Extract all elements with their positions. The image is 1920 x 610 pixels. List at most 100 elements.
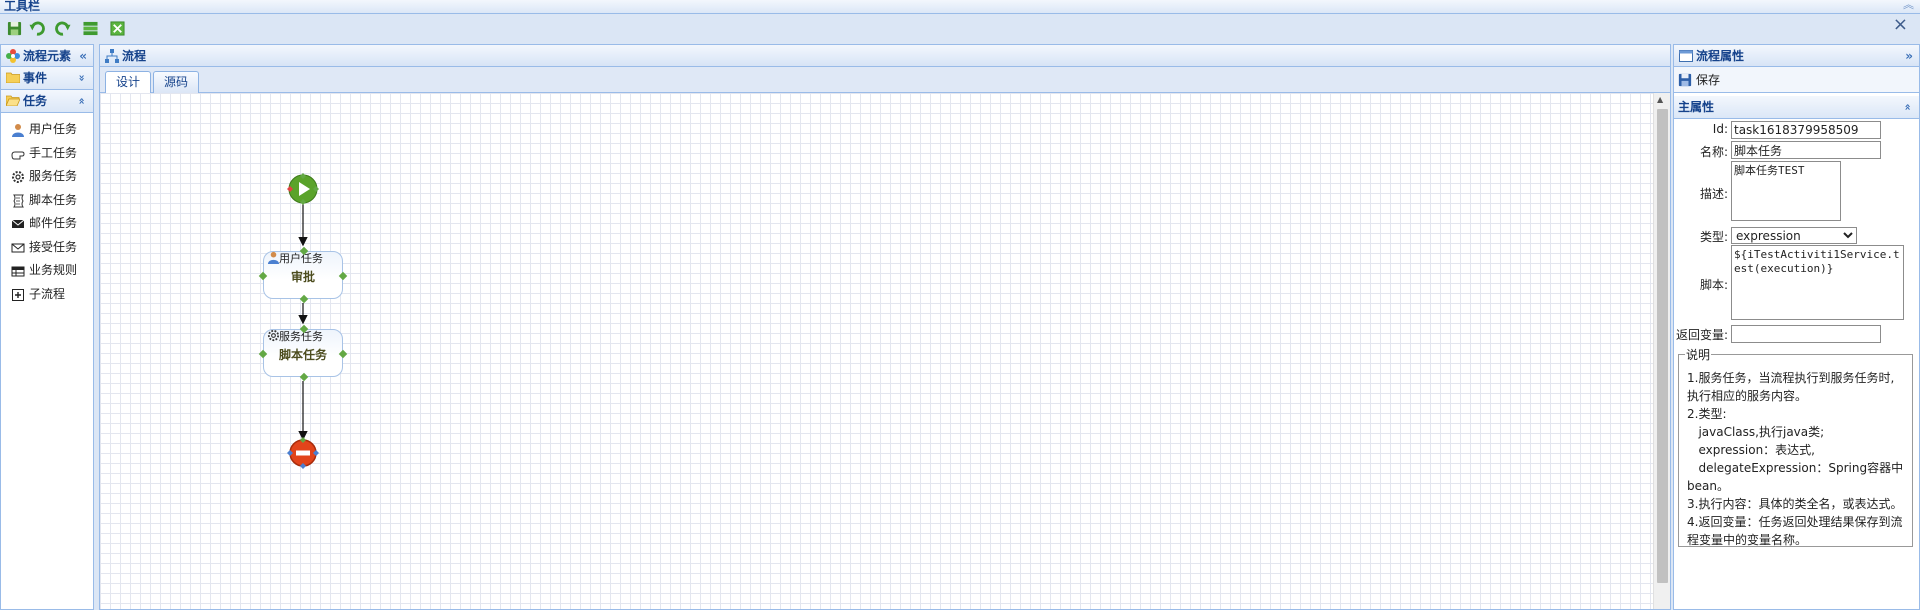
return-var-label: 返回变量:: [1675, 328, 1728, 342]
user-icon: [12, 124, 24, 137]
start-event[interactable]: [287, 173, 319, 205]
properties-panel-header: 流程属性 »: [1674, 45, 1919, 67]
canvas-vertical-scrollbar[interactable]: ▲: [1653, 93, 1670, 609]
node-script-task-name: 脚本任务: [278, 348, 327, 362]
close-box-icon: [109, 20, 125, 36]
type-select[interactable]: expression: [1731, 227, 1857, 244]
end-event[interactable]: [287, 437, 319, 469]
palette-script-task[interactable]: 脚本任务: [1, 189, 93, 213]
accordion-event[interactable]: 事件 »: [1, 67, 93, 90]
collapse-right-panel-button[interactable]: »: [1905, 45, 1913, 67]
description-field[interactable]: 脚本任务TEST: [1731, 161, 1841, 221]
properties-toolbar: 保存: [1674, 67, 1919, 93]
layers-icon: [82, 21, 98, 35]
node-approve[interactable]: 用户任务 审批: [258, 246, 348, 304]
properties-save-label: 保存: [1696, 73, 1721, 87]
receive-mail-icon: [11, 243, 25, 252]
accordion-task[interactable]: 任务 «: [1, 90, 93, 113]
explanation-line: 2.类型:: [1687, 407, 1727, 421]
script-icon: [13, 194, 24, 207]
collapse-task-icon[interactable]: «: [70, 97, 92, 104]
main-properties-section[interactable]: 主属性 «: [1674, 96, 1919, 119]
explanation-legend: 说明: [1686, 348, 1711, 362]
flower-icon: [6, 49, 20, 63]
window-titlebar: 工具栏 ︽: [0, 0, 1920, 14]
palette-manual-task-label: 手工任务: [29, 145, 78, 160]
hierarchy-icon: [105, 49, 119, 63]
properties-save-button[interactable]: 保存: [1678, 71, 1720, 89]
end-event-icon: [287, 437, 319, 469]
expand-event-icon[interactable]: »: [70, 74, 92, 81]
save-icon: [7, 21, 21, 35]
explanation-line: bean。: [1687, 479, 1729, 493]
redo-button[interactable]: [54, 19, 72, 37]
process-tabs: 设计 源码: [100, 67, 1670, 94]
main-properties-title: 主属性: [1678, 100, 1715, 114]
explanation-line: 4.返回变量：任务返回处理结果保存到流: [1687, 515, 1903, 529]
floppy-icon: [1678, 73, 1692, 87]
name-field[interactable]: [1731, 141, 1881, 159]
mail-icon: [11, 219, 25, 228]
explanation-line: 1.服务任务，当流程执行到服务任务时,: [1687, 371, 1895, 385]
node-script-task[interactable]: 服务任务 脚本任务: [258, 324, 348, 382]
properties-panel-title: 流程属性: [1696, 49, 1745, 63]
design-canvas[interactable]: 用户任务 审批 服务任务 脚本任务: [100, 93, 1653, 609]
close-window-button[interactable]: ×: [1893, 14, 1908, 35]
palette-subprocess-label: 子流程: [29, 286, 66, 301]
explanation-line: 3.执行内容：具体的类全名，或表达式。: [1687, 497, 1903, 511]
explanation-line: 程变量中的变量名称。: [1687, 533, 1808, 547]
scroll-up-icon[interactable]: ▲: [1657, 95, 1663, 104]
window-title: 工具栏: [4, 0, 41, 13]
id-label: Id:: [1712, 122, 1728, 136]
node-approve-name: 审批: [290, 270, 315, 284]
main-toolbar: ×: [0, 14, 1920, 42]
palette-subprocess[interactable]: 子流程: [1, 283, 93, 307]
table-icon: [11, 266, 25, 277]
process-panel-header: 流程: [100, 45, 1670, 67]
explanation-line: 执行相应的服务内容。: [1687, 389, 1808, 403]
palette-mail-task[interactable]: 邮件任务: [1, 212, 93, 236]
script-field[interactable]: ${iTestActiviti1Service.test(execution)}: [1731, 245, 1904, 320]
palette-user-task[interactable]: 用户任务: [1, 118, 93, 142]
tab-design[interactable]: 设计: [105, 71, 152, 94]
scrollbar-thumb[interactable]: [1657, 109, 1668, 583]
tab-source[interactable]: 源码: [153, 71, 200, 93]
process-panel: 流程 设计 源码 用户任务 审批 服务任务 脚本任务 ▲: [99, 44, 1671, 610]
explanation-line: expression：表达式,: [1687, 443, 1815, 457]
undo-button[interactable]: [28, 19, 46, 37]
script-label: 脚本:: [1699, 278, 1728, 292]
return-var-field[interactable]: [1731, 325, 1881, 343]
collapse-icon[interactable]: ︽: [1903, 0, 1914, 12]
accordion-event-label: 事件: [23, 71, 48, 85]
palette-mail-task-label: 邮件任务: [29, 216, 78, 230]
description-label: 描述:: [1699, 187, 1728, 201]
process-panel-title: 流程: [122, 49, 147, 63]
palette-service-task-label: 服务任务: [29, 169, 78, 183]
properties-panel: 流程属性 » 保存 主属性 « Id: 名称: 描述: 脚本任务TEST 类型:…: [1673, 44, 1920, 610]
id-field[interactable]: [1731, 121, 1881, 139]
folder-open-icon: [6, 95, 20, 106]
collapse-main-properties-icon[interactable]: «: [1896, 103, 1918, 110]
palette-business-rule-label: 业务规则: [29, 263, 78, 277]
explanation-box: 说明 1.服务任务，当流程执行到服务任务时, 执行相应的服务内容。 2.类型: …: [1678, 346, 1913, 547]
hand-icon: [11, 151, 25, 159]
palette-business-rule[interactable]: 业务规则: [1, 259, 93, 283]
explanation-line: delegateExpression：Spring容器中: [1687, 461, 1904, 475]
collapse-left-panel-button[interactable]: «: [79, 45, 87, 67]
undo-icon: [29, 21, 45, 36]
palette-receive-task[interactable]: 接受任务: [1, 236, 93, 260]
palette-user-task-label: 用户任务: [29, 122, 78, 136]
save-button[interactable]: [5, 19, 23, 37]
explanation-line: javaClass,执行java类;: [1687, 425, 1825, 439]
folder-icon: [6, 72, 20, 83]
start-event-icon: [287, 173, 319, 205]
close-box-button[interactable]: [108, 19, 126, 37]
left-panel: 流程元素 « 事件 » 任务 « 用户任务 手工任务 服务任务 脚本任务 邮件任…: [0, 44, 94, 610]
accordion-task-label: 任务: [23, 94, 48, 108]
plus-box-icon: [12, 288, 24, 301]
palette-service-task[interactable]: 服务任务: [1, 165, 93, 189]
palette-manual-task[interactable]: 手工任务: [1, 142, 93, 166]
left-panel-header: 流程元素 «: [1, 45, 93, 67]
layers-button[interactable]: [81, 19, 99, 37]
palette-script-task-label: 脚本任务: [29, 192, 78, 207]
